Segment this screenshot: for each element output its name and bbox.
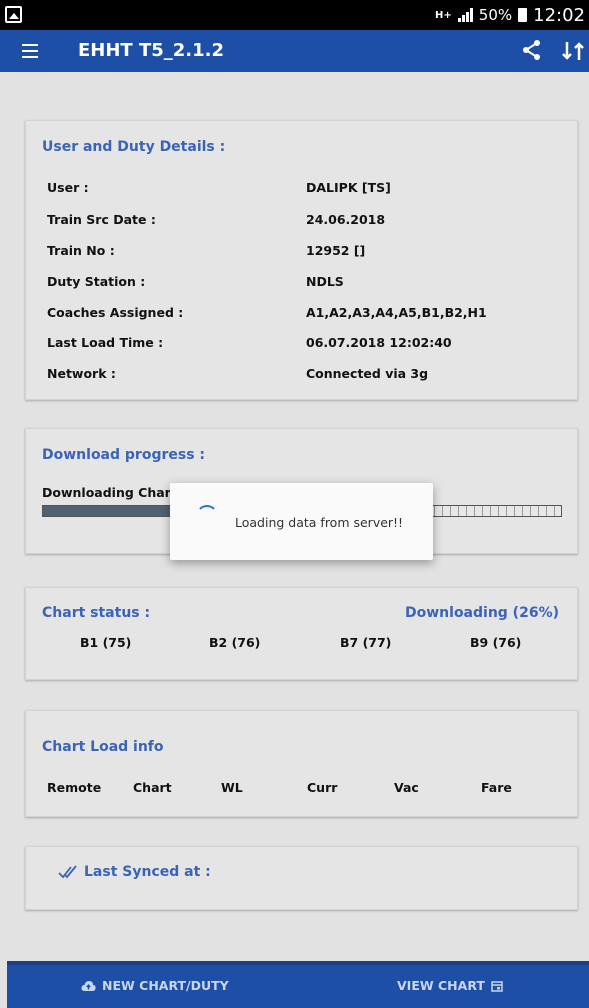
- detail-value: 24.06.2018: [306, 212, 386, 227]
- last-synced-label: Last Synced at :: [84, 864, 211, 880]
- detail-value: NDLS: [306, 274, 344, 289]
- chart-status-title: Chart status :: [42, 605, 151, 621]
- battery-icon: [518, 8, 528, 22]
- detail-label: Duty Station :: [47, 274, 146, 289]
- column-header: Chart: [133, 780, 172, 795]
- status-bar: H+ 50% 12:02: [0, 0, 589, 30]
- coach-status-item: B7 (77): [340, 635, 392, 650]
- detail-value: 12952 []: [306, 243, 366, 258]
- download-progress-fill: [43, 506, 178, 516]
- network-type-indicator: H+: [435, 9, 452, 21]
- clock: 12:02: [533, 4, 585, 26]
- calendar-icon: [491, 980, 503, 992]
- gallery-notification-icon: [5, 6, 22, 23]
- bottom-bar-divider: [7, 961, 589, 965]
- detail-label: User :: [47, 180, 89, 195]
- view-chart-label: VIEW CHART: [397, 978, 485, 993]
- column-header: WL: [221, 780, 243, 795]
- detail-label: Network :: [47, 366, 116, 381]
- app-bar: EHHT T5_2.1.2: [0, 30, 589, 72]
- coach-status-item: B9 (76): [470, 635, 522, 650]
- last-synced-card: Last Synced at :: [25, 846, 578, 910]
- detail-value: DALIPK [TS]: [306, 180, 391, 195]
- detail-label: Train Src Date :: [47, 212, 156, 227]
- view-chart-button[interactable]: VIEW CHART: [397, 978, 503, 993]
- app-title: EHHT T5_2.1.2: [78, 40, 225, 61]
- chart-load-info-card: Chart Load info Remote Chart WL Curr Vac…: [25, 710, 578, 817]
- last-synced-row: Last Synced at :: [58, 864, 211, 880]
- downloading-label: Downloading Chart: [42, 485, 177, 500]
- loading-message: Loading data from server!!: [235, 515, 404, 530]
- share-icon[interactable]: [520, 38, 544, 62]
- detail-value: Connected via 3g: [306, 366, 429, 381]
- loading-spinner-icon: [196, 505, 218, 527]
- new-chart-duty-label: NEW CHART/DUTY: [102, 978, 229, 993]
- chart-load-info-title: Chart Load info: [42, 739, 164, 755]
- cloud-upload-icon: [81, 980, 96, 991]
- signal-strength-icon: [457, 8, 473, 22]
- detail-label: Train No :: [47, 243, 115, 258]
- detail-label: Last Load Time :: [47, 335, 164, 350]
- coach-status-item: B2 (76): [209, 635, 261, 650]
- column-header: Remote: [47, 780, 102, 795]
- chart-status-card: Chart status : Downloading (26%) B1 (75)…: [25, 587, 578, 680]
- detail-value: A1,A2,A3,A4,A5,B1,B2,H1: [306, 305, 487, 320]
- double-check-icon: [58, 865, 77, 879]
- battery-percent: 50%: [478, 6, 513, 24]
- column-header: Fare: [481, 780, 512, 795]
- download-progress-title: Download progress :: [42, 447, 206, 463]
- bottom-action-bar: NEW CHART/DUTY VIEW CHART: [7, 961, 589, 1008]
- detail-label: Coaches Assigned :: [47, 305, 184, 320]
- new-chart-duty-button[interactable]: NEW CHART/DUTY: [81, 978, 229, 993]
- column-header: Vac: [394, 780, 419, 795]
- user-duty-title: User and Duty Details :: [42, 139, 226, 155]
- user-duty-card: User and Duty Details : User : DALIPK [T…: [25, 120, 578, 400]
- detail-value: 06.07.2018 12:02:40: [306, 335, 452, 350]
- sync-icon[interactable]: [560, 38, 586, 64]
- coach-status-item: B1 (75): [80, 635, 132, 650]
- menu-icon[interactable]: [22, 44, 38, 58]
- status-indicators: H+ 50% 12:02: [435, 0, 585, 30]
- chart-download-status: Downloading (26%): [405, 605, 559, 621]
- column-header: Curr: [307, 780, 338, 795]
